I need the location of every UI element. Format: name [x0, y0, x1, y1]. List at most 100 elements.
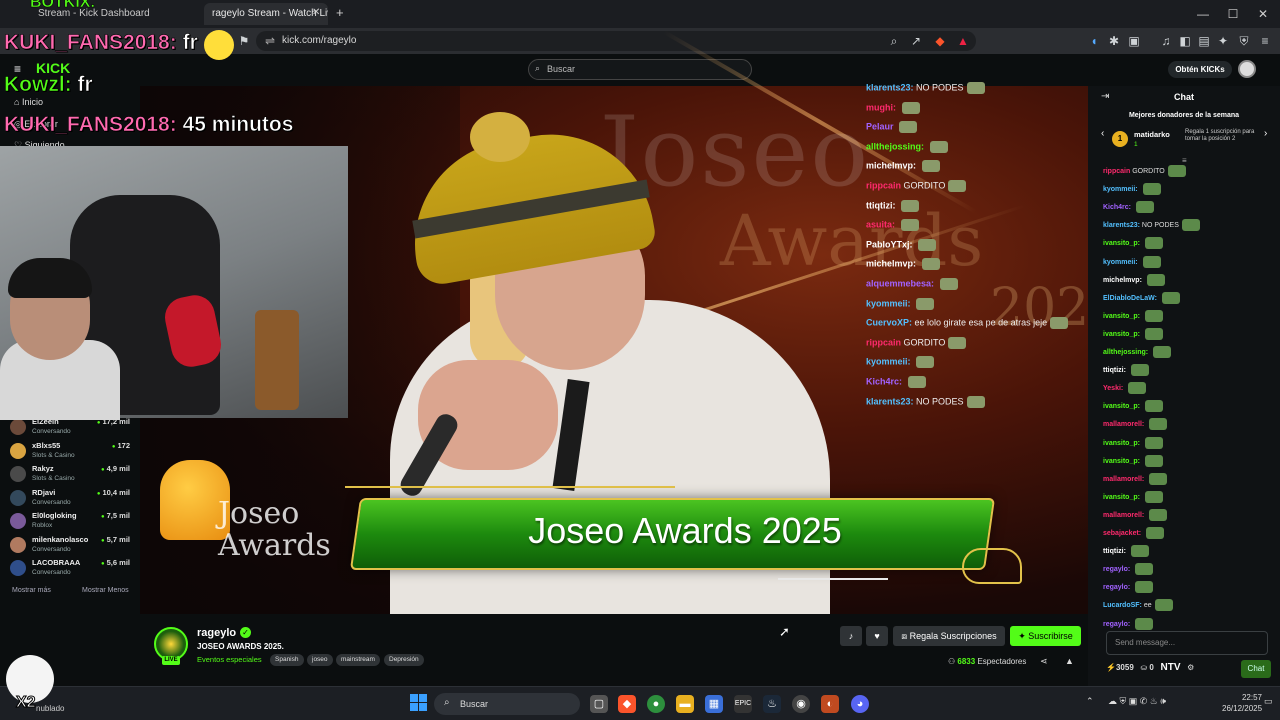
chat-username[interactable]: LucardoSF: [1103, 602, 1142, 609]
chat-send-button[interactable]: Chat [1241, 660, 1271, 678]
follow-button[interactable]: ♥ [866, 626, 888, 646]
audio-icon[interactable]: ◖ [1086, 33, 1102, 49]
chat-username[interactable]: kyommeii: [1103, 258, 1138, 265]
sidebar-channel[interactable]: LACOBRAAA Conversando 5,6 mil [10, 558, 134, 581]
chat-username[interactable]: ivansito_p: [1103, 439, 1140, 446]
chat-message[interactable]: ivansito_p: [1103, 327, 1277, 341]
chat-username[interactable]: Kich4rc: [1103, 204, 1131, 211]
steam-icon[interactable]: ♨ [763, 695, 781, 713]
chat-message[interactable]: regaylo: [1103, 581, 1277, 594]
get-kicks-button[interactable]: Obtén KICKs [1168, 61, 1232, 78]
sidebar-channel[interactable]: milenkanolascoConversando 5,7 mil [10, 535, 134, 558]
site-info-icon[interactable]: ⇌ [262, 33, 278, 49]
music-icon[interactable]: ♫ [1158, 33, 1174, 49]
app-icon[interactable]: ◐ [821, 695, 839, 713]
chat-username[interactable]: rippcain [1103, 168, 1130, 175]
share-icon[interactable]: ⋖ [1040, 656, 1048, 667]
chevron-left-icon[interactable]: ‹ [1101, 128, 1104, 139]
chat-message[interactable]: michelmvp: [1103, 273, 1277, 287]
user-avatar[interactable] [1238, 60, 1256, 78]
chat-message[interactable]: ttiqtizi: [1103, 545, 1277, 558]
chat-username[interactable]: mallamorell: [1103, 476, 1144, 483]
tab-rageylo-stream[interactable]: rageylo Stream - Watch Live o [204, 3, 328, 25]
chat-message[interactable]: ivansito_p: [1103, 490, 1277, 504]
report-icon[interactable]: ▲ [1065, 656, 1074, 666]
minimize-button[interactable]: — [1188, 4, 1218, 24]
chat-message[interactable]: mallamorell: [1103, 472, 1277, 486]
chat-username[interactable]: ivansito_p: [1103, 457, 1140, 464]
vpn-icon[interactable]: ⛨ [1236, 33, 1252, 49]
chat-message[interactable]: rippcain GORDITO [1103, 165, 1277, 178]
tray-chevron-icon[interactable]: ⌃ [1086, 696, 1094, 707]
sidebar-channel[interactable]: RDjaviConversando 10,4 mil [10, 488, 134, 511]
sidebar-channel[interactable]: Rakyz Slots & Casino 4,9 mil [10, 464, 134, 487]
chat-username[interactable]: ttiqtizi: [1103, 548, 1126, 555]
tag[interactable]: Depresión [384, 654, 424, 666]
chat-message[interactable]: mallamorell: [1103, 418, 1277, 431]
chat-username[interactable]: regaylo: [1103, 566, 1130, 573]
chat-message[interactable]: ivansito_p: [1103, 436, 1277, 450]
url-input[interactable]: kick.com/rageylo [256, 31, 976, 51]
tag[interactable]: mainstream [336, 654, 380, 666]
menu-icon[interactable]: ≡ [1257, 33, 1273, 49]
chat-username[interactable]: ttiqtizi: [1103, 367, 1126, 374]
brave-icon[interactable]: ◆ [618, 695, 636, 713]
notifications-button[interactable]: ♪ [840, 626, 862, 646]
tag[interactable]: Spanish [270, 654, 304, 666]
chat-message[interactable]: ivansito_p: [1103, 400, 1277, 413]
maximize-button[interactable]: ☐ [1218, 4, 1248, 24]
chevron-right-icon[interactable]: › [1264, 128, 1267, 139]
chat-username[interactable]: michelmvp: [1103, 276, 1142, 283]
zoom-icon[interactable]: ⌕ [886, 33, 902, 49]
store-icon[interactable]: ▦ [705, 695, 723, 713]
bookmark-icon[interactable]: ⚑ [236, 33, 252, 49]
chat-message[interactable]: sebajacket: [1103, 527, 1277, 540]
chat-message[interactable]: kyommeii: [1103, 183, 1277, 196]
sidebar-channel[interactable]: El0logloking Roblox 7,5 mil [10, 511, 134, 534]
streamer-name[interactable]: rageylo [197, 627, 236, 639]
chat-message[interactable]: ivansito_p: [1103, 309, 1277, 323]
tag[interactable]: joseo [307, 654, 333, 666]
chat-message[interactable]: ElDiabloDeLaW: [1103, 291, 1277, 305]
sidebar-item-home[interactable]: ⌂ Inicio [14, 97, 43, 107]
sidebar-channel[interactable]: ElZeeinConversando17,2 mil [10, 417, 134, 440]
chat-username[interactable]: ivansito_p: [1103, 403, 1140, 410]
chat-message[interactable]: mallamorell: [1103, 508, 1277, 522]
weather-widget[interactable]: nublado [36, 704, 64, 713]
ai-icon[interactable]: ✦ [1215, 33, 1231, 49]
settings-icon[interactable]: ⚙ [1187, 663, 1194, 672]
discord-icon[interactable]: ◕ [851, 695, 869, 713]
chat-message[interactable]: ttiqtizi: [1103, 364, 1277, 377]
chat-username[interactable]: ivansito_p: [1103, 240, 1140, 247]
rewards-icon[interactable]: ▲ [955, 33, 971, 49]
chat-username[interactable]: klarents23: [1103, 222, 1140, 229]
chat-username[interactable]: ElDiabloDeLaW: [1103, 295, 1157, 302]
show-less-button[interactable]: Mostrar Menos [82, 587, 129, 594]
sidebar-icon[interactable]: ◧ [1177, 33, 1193, 49]
taskbar-search[interactable]: Buscar [434, 693, 580, 715]
chat-input[interactable]: Send message... [1106, 631, 1268, 655]
notification-icon[interactable]: ▭ [1264, 696, 1273, 707]
chat-username[interactable]: kyommeii: [1103, 186, 1138, 193]
wallet-icon[interactable]: ▤ [1196, 33, 1212, 49]
brave-shield-icon[interactable]: ◆ [932, 33, 948, 49]
chat-username[interactable]: regaylo: [1103, 584, 1130, 591]
stream-category[interactable]: Eventos especiales [197, 655, 262, 664]
chat-username[interactable]: allthejossing: [1103, 349, 1148, 356]
chat-username[interactable]: ivansito_p: [1103, 494, 1140, 501]
show-more-button[interactable]: Mostrar más [12, 587, 51, 594]
chat-username[interactable]: regaylo: [1103, 620, 1130, 627]
tab-close-icon[interactable]: ✕ [312, 7, 320, 18]
share-icon[interactable]: ↗ [908, 33, 924, 49]
tray-icons[interactable]: ☁ ⛨ ▣ ✆ ♨ 🕪 [1108, 696, 1166, 707]
chat-message[interactable]: regaylo: [1103, 563, 1277, 576]
chat-username[interactable]: mallamorell: [1103, 512, 1144, 519]
subscribe-button[interactable]: ✦ Suscribirse [1010, 626, 1081, 646]
epic-games-icon[interactable]: EPIC [734, 695, 752, 713]
extension-icon[interactable]: ✱ [1106, 33, 1122, 49]
chat-username[interactable]: ivansito_p: [1103, 313, 1140, 320]
chat-message[interactable]: ivansito_p: [1103, 454, 1277, 468]
clock[interactable]: 22:57 26/12/2025 [1222, 692, 1262, 714]
chat-username[interactable]: sebajacket: [1103, 530, 1141, 537]
chat-message[interactable]: klarents23: NO PODES [1103, 219, 1277, 232]
